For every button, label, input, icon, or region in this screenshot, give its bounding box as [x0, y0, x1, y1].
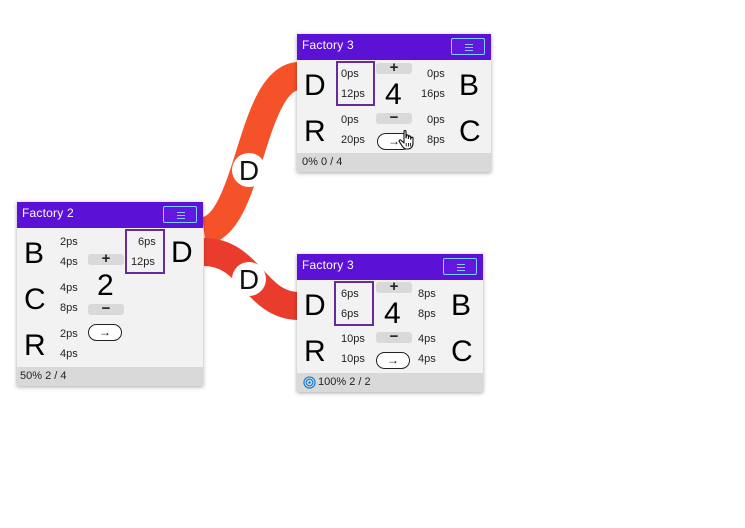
output-name-b: B — [459, 69, 480, 102]
output-rate-d-required: 12ps — [131, 256, 155, 268]
node-header[interactable]: Factory 3 — [297, 254, 483, 280]
link-label-bottom-text: D — [239, 264, 259, 295]
output-rate-d-current: 6ps — [138, 236, 156, 248]
factory3-bottom-node[interactable]: Factory 3 D 6ps 6ps R 10ps 10ps + 4 − → … — [297, 254, 483, 392]
minus-icon: − — [101, 300, 111, 317]
status-text: 0% 0 / 4 — [302, 156, 343, 168]
output-name-c: C — [459, 115, 481, 148]
menu-icon — [177, 212, 185, 219]
node-footer: 100% 2 / 2 — [297, 373, 483, 392]
node-title: Factory 2 — [22, 206, 74, 220]
increment-button[interactable]: + — [88, 250, 124, 267]
input-rate-c-required: 8ps — [60, 302, 78, 314]
increment-button[interactable]: + — [376, 59, 412, 76]
go-button[interactable]: → — [376, 352, 410, 369]
input-rate-d-required: 12ps — [341, 88, 365, 100]
menu-icon — [465, 44, 473, 51]
node-footer: 50% 2 / 4 — [17, 367, 203, 386]
factory-count: 4 — [385, 78, 402, 111]
arrow-right-icon: → — [99, 325, 111, 339]
output-rate-c-required: 8ps — [427, 134, 445, 146]
input-rate-r-current: 0ps — [341, 114, 359, 126]
input-name-d: D — [304, 289, 326, 322]
decrement-button[interactable]: − — [376, 109, 412, 126]
status-text: 100% 2 / 2 — [318, 376, 371, 388]
node-header[interactable]: Factory 2 — [17, 202, 203, 228]
increment-button[interactable]: + — [376, 278, 412, 295]
go-button[interactable]: → — [88, 324, 122, 341]
output-rate-b-current: 8ps — [418, 288, 436, 300]
input-rate-d-current: 6ps — [341, 288, 359, 300]
menu-button[interactable] — [443, 258, 477, 275]
node-footer: 0% 0 / 4 — [297, 153, 491, 172]
decrement-button[interactable]: − — [376, 328, 412, 345]
input-name-r: R — [304, 335, 326, 368]
status-text: 50% 2 / 4 — [20, 370, 67, 382]
output-rate-b-current: 0ps — [427, 68, 445, 80]
link-label-top[interactable]: D — [232, 153, 266, 187]
output-rate-c-required: 4ps — [418, 353, 436, 365]
factory-count: 4 — [384, 297, 401, 330]
plus-icon: + — [101, 250, 111, 267]
output-rate-c-current: 0ps — [427, 114, 445, 126]
plus-icon: + — [389, 59, 399, 76]
minus-icon: − — [389, 109, 399, 126]
input-rate-b-required: 4ps — [60, 256, 78, 268]
link-label-bottom[interactable]: D — [232, 262, 266, 296]
menu-button[interactable] — [451, 38, 485, 55]
target-icon — [303, 376, 316, 389]
output-rate-b-required: 8ps — [418, 308, 436, 320]
output-name-b: B — [451, 289, 472, 322]
input-rate-b-current: 2ps — [60, 236, 78, 248]
plus-icon: + — [389, 278, 399, 295]
node-title: Factory 3 — [302, 258, 354, 272]
factory2-node[interactable]: Factory 2 B 2ps 4ps C 4ps 8ps R 2ps 4ps … — [17, 202, 203, 386]
output-rate-c-current: 4ps — [418, 333, 436, 345]
input-rate-c-current: 4ps — [60, 282, 78, 294]
input-rate-r-required: 10ps — [341, 353, 365, 365]
node-header[interactable]: Factory 3 — [297, 34, 491, 60]
factory3-top-node[interactable]: Factory 3 D 0ps 12ps R 0ps 20ps + 4 − → … — [297, 34, 491, 172]
link-label-top-text: D — [239, 155, 259, 186]
output-name-d: D — [171, 236, 193, 269]
menu-button[interactable] — [163, 206, 197, 223]
menu-icon — [457, 264, 465, 271]
input-name-c: C — [24, 283, 46, 316]
input-name-d: D — [304, 69, 326, 102]
input-name-r: R — [304, 115, 326, 148]
input-rate-r-current: 2ps — [60, 328, 78, 340]
input-name-b: B — [24, 237, 45, 270]
decrement-button[interactable]: − — [88, 300, 124, 317]
input-rate-r-current: 10ps — [341, 333, 365, 345]
hand-cursor-icon — [398, 129, 414, 150]
node-title: Factory 3 — [302, 38, 354, 52]
factory-count: 2 — [97, 269, 114, 302]
minus-icon: − — [389, 328, 399, 345]
input-rate-r-required: 20ps — [341, 134, 365, 146]
input-name-r: R — [24, 329, 46, 362]
input-rate-d-required: 6ps — [341, 308, 359, 320]
output-name-c: C — [451, 335, 473, 368]
arrow-right-icon: → — [387, 353, 399, 367]
input-rate-r-required: 4ps — [60, 348, 78, 360]
output-rate-b-required: 16ps — [421, 88, 445, 100]
input-rate-d-current: 0ps — [341, 68, 359, 80]
